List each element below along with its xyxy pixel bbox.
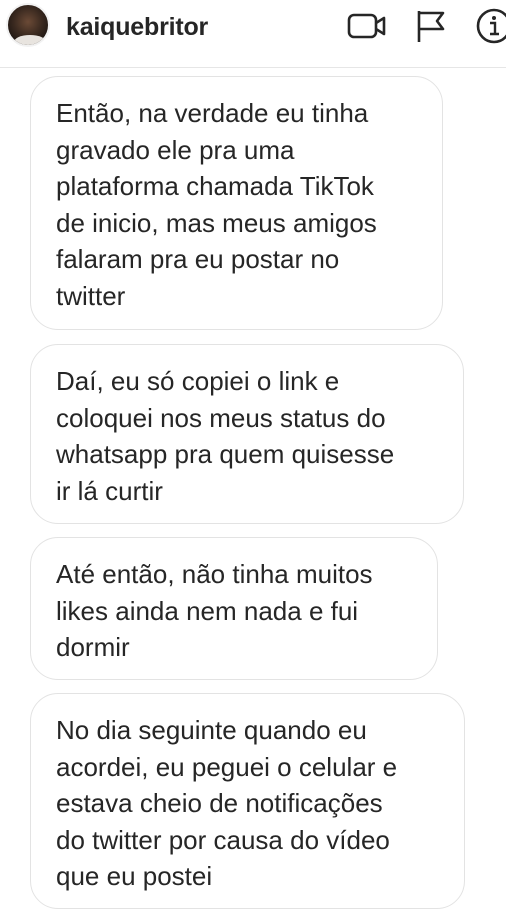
- chat-header: kaiquebritor: [0, 0, 506, 68]
- avatar-shirt: [14, 35, 46, 45]
- video-call-icon[interactable]: [347, 8, 387, 44]
- flag-icon[interactable]: [413, 8, 453, 44]
- message-bubble[interactable]: Então, na verdade eu tinha gravado ele p…: [30, 76, 443, 330]
- info-icon[interactable]: [474, 6, 506, 46]
- message-bubble[interactable]: Daí, eu só copiei o link e coloquei nos …: [30, 344, 464, 524]
- username[interactable]: kaiquebritor: [66, 12, 208, 42]
- message-bubble[interactable]: No dia seguinte quando eu acordei, eu pe…: [30, 693, 465, 909]
- avatar[interactable]: [6, 3, 50, 47]
- message-bubble[interactable]: Até então, não tinha muitos likes ainda …: [30, 537, 438, 680]
